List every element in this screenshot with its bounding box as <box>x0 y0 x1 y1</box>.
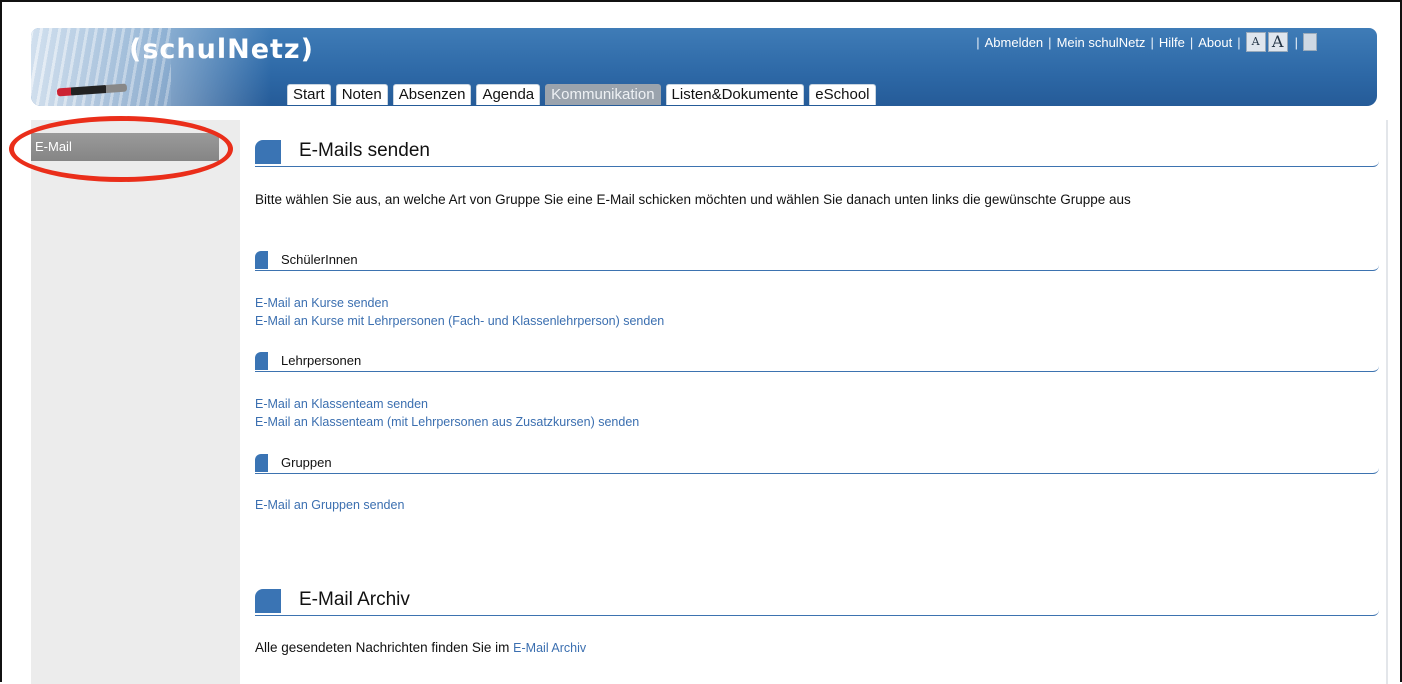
intro-text: Bitte wählen Sie aus, an welche Art von … <box>255 192 1131 207</box>
tab-kommunikation[interactable]: Kommunikation <box>545 84 661 105</box>
subsection-header-groups: Gruppen <box>255 453 1379 474</box>
separator: | <box>1189 34 1194 50</box>
top-links: | Abmelden | Mein schulNetz | Hilfe | Ab… <box>971 32 1317 52</box>
subsection-title: SchülerInnen <box>281 252 358 267</box>
print-icon[interactable] <box>1303 33 1317 51</box>
separator: | <box>1237 34 1241 50</box>
schulnetz-logo[interactable]: (schulNetz) <box>129 34 314 65</box>
tab-agenda[interactable]: Agenda <box>476 84 541 105</box>
section-marker <box>255 140 281 164</box>
archive-text: Alle gesendeten Nachrichten finden Sie i… <box>255 640 586 655</box>
link-email-classteam-extra[interactable]: E-Mail an Klassenteam (mit Lehrpersonen … <box>255 415 639 429</box>
separator: | <box>1150 34 1154 50</box>
separator: | <box>1048 34 1052 50</box>
help-link[interactable]: Hilfe <box>1159 35 1185 50</box>
subsection-marker <box>255 352 268 370</box>
subsection-header-teachers: Lehrpersonen <box>255 351 1379 372</box>
font-large-button[interactable]: A <box>1267 32 1288 52</box>
link-email-courses-teachers[interactable]: E-Mail an Kurse mit Lehrpersonen (Fach- … <box>255 314 664 328</box>
link-email-groups[interactable]: E-Mail an Gruppen senden <box>255 498 404 512</box>
archive-description: Alle gesendeten Nachrichten finden Sie i… <box>255 640 510 655</box>
logout-link[interactable]: Abmelden <box>985 35 1044 50</box>
section-title: E-Mail Archiv <box>299 589 410 610</box>
separator: | <box>976 34 980 50</box>
sidebar: E-Mail <box>31 120 241 684</box>
font-small-button[interactable]: A <box>1245 32 1266 52</box>
tab-listen-dokumente[interactable]: Listen&Dokumente <box>665 84 805 105</box>
link-email-archive[interactable]: E-Mail Archiv <box>513 641 586 655</box>
subsection-marker <box>255 251 268 269</box>
section-marker <box>255 589 281 613</box>
subsection-title: Gruppen <box>281 455 332 470</box>
section-title: E-Mails senden <box>299 140 430 161</box>
subsection-marker <box>255 454 268 472</box>
link-email-courses[interactable]: E-Mail an Kurse senden <box>255 296 388 310</box>
tab-eschool[interactable]: eSchool <box>809 84 876 105</box>
tab-noten[interactable]: Noten <box>335 84 388 105</box>
subsection-header-students: SchülerInnen <box>255 250 1379 271</box>
main-content: E-Mails senden Bitte wählen Sie aus, an … <box>240 120 1388 684</box>
tab-start[interactable]: Start <box>287 84 331 105</box>
about-link[interactable]: About <box>1198 35 1232 50</box>
main-tabs: Start Noten Absenzen Agenda Kommunikatio… <box>287 84 876 105</box>
subsection-title: Lehrpersonen <box>281 353 362 368</box>
tab-absenzen[interactable]: Absenzen <box>392 84 472 105</box>
sidebar-item-email[interactable]: E-Mail <box>31 133 219 161</box>
separator: | <box>1294 34 1298 50</box>
my-schulnetz-link[interactable]: Mein schulNetz <box>1057 35 1146 50</box>
link-email-classteam[interactable]: E-Mail an Klassenteam senden <box>255 397 428 411</box>
section-header-archive: E-Mail Archiv <box>255 585 1379 616</box>
section-header-send: E-Mails senden <box>255 136 1379 167</box>
app-header: (schulNetz) | Abmelden | Mein schulNetz … <box>31 28 1377 106</box>
